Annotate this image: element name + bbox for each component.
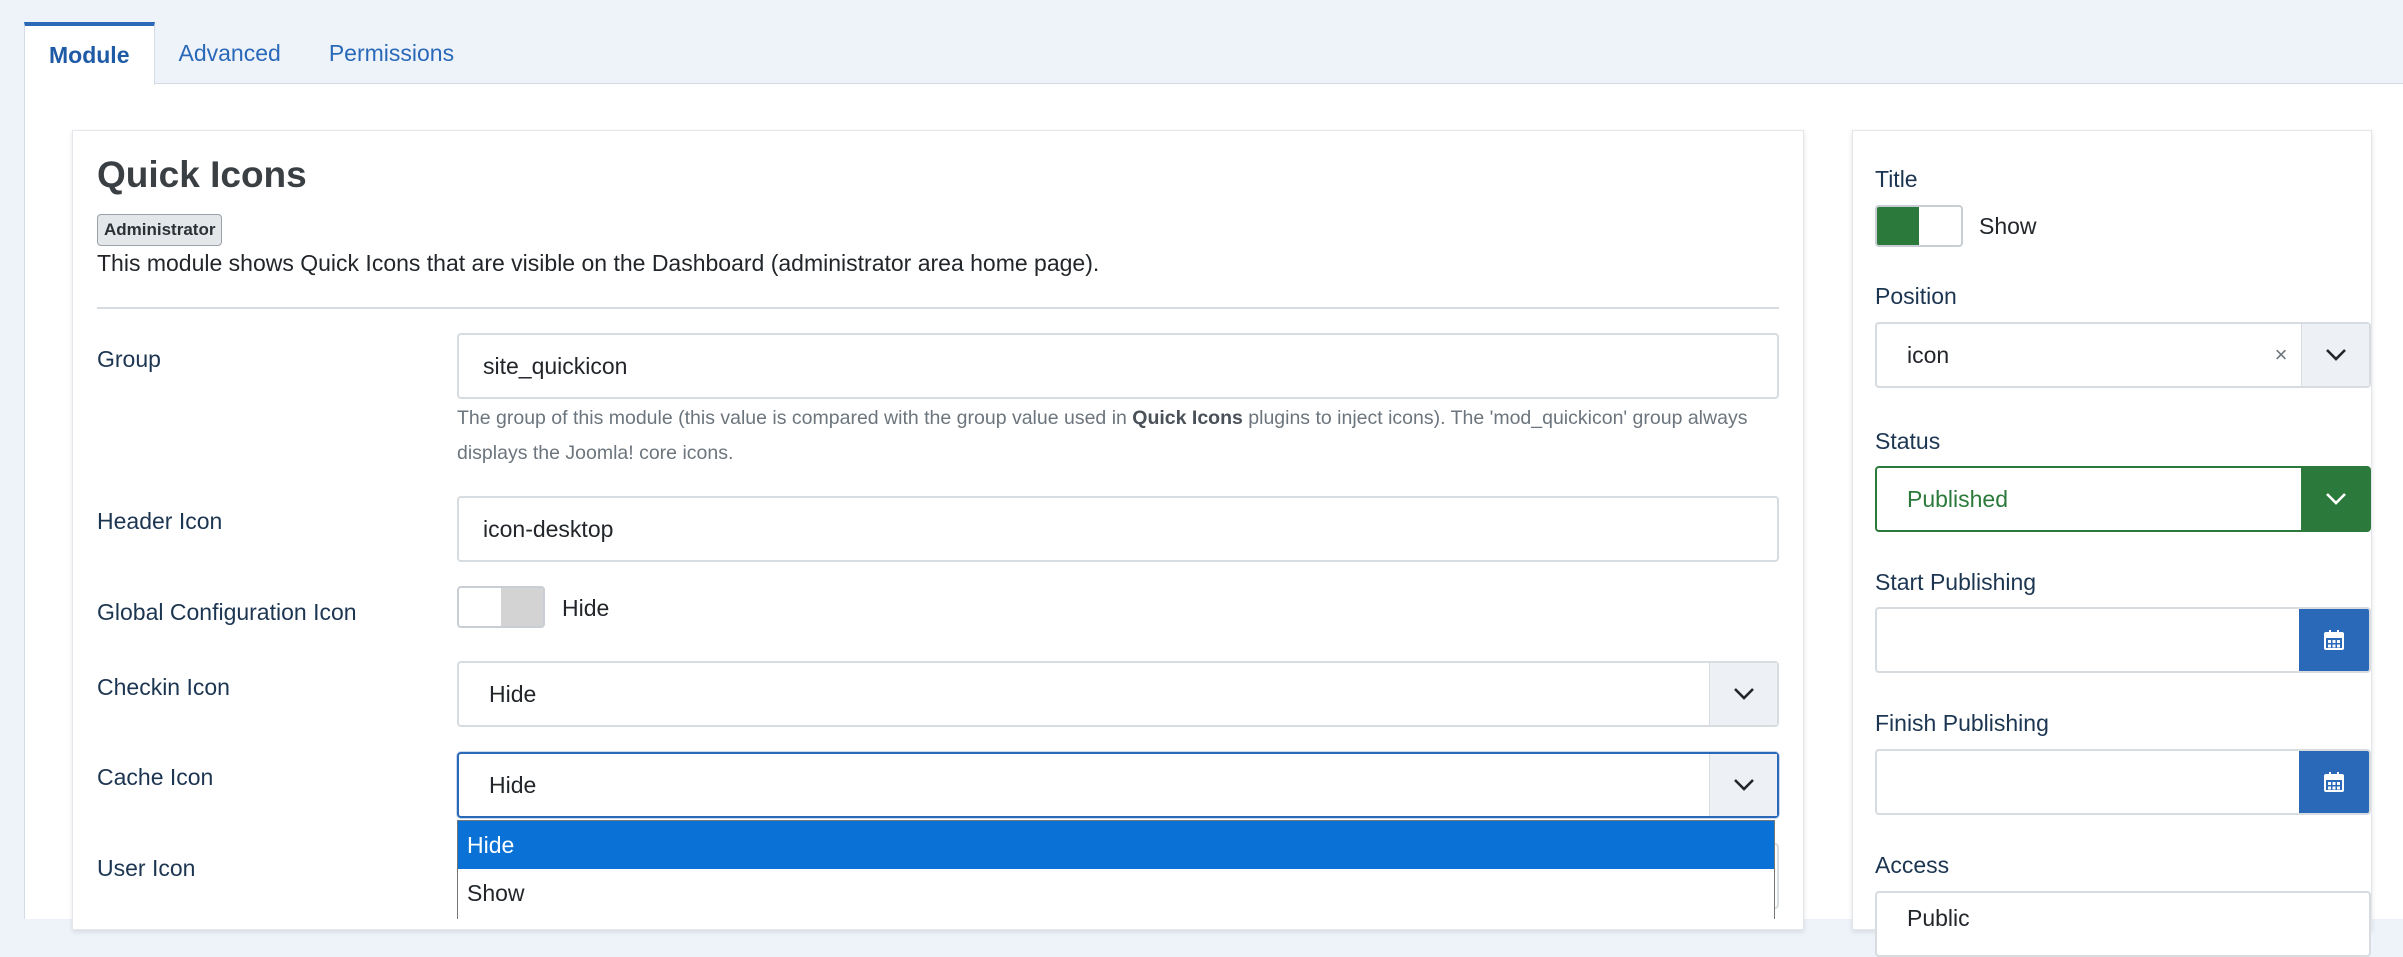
toggle-knob	[1877, 207, 1919, 245]
start-publishing-label: Start Publishing	[1875, 569, 2037, 595]
chevron-down-icon[interactable]	[1709, 663, 1777, 725]
chevron-down-icon[interactable]	[2301, 324, 2369, 386]
title-toggle-state: Show	[1979, 213, 2037, 239]
dropdown-option-show[interactable]: Show	[458, 869, 1774, 917]
module-edit-screen: Module Advanced Permissions Quick Icons …	[0, 0, 2403, 957]
header-icon-input[interactable]: icon-desktop	[457, 496, 1779, 562]
header-icon-input-value: icon-desktop	[483, 515, 614, 542]
group-input-value: site_quickicon	[483, 352, 628, 379]
calendar-icon[interactable]	[2299, 751, 2369, 813]
quick-icons-bold: Quick Icons	[1132, 407, 1243, 429]
divider	[97, 307, 1779, 309]
checkin-icon-value: Hide	[489, 680, 537, 707]
module-description: This module shows Quick Icons that are v…	[97, 250, 1100, 276]
position-label: Position	[1875, 283, 1957, 309]
tab-bar: Module Advanced Permissions	[24, 22, 478, 85]
checkin-icon-label: Checkin Icon	[97, 674, 230, 700]
header-icon-label: Header Icon	[97, 508, 223, 534]
title-toggle[interactable]	[1875, 205, 1963, 247]
cache-icon-select[interactable]: Hide	[457, 752, 1779, 818]
calendar-icon[interactable]	[2299, 609, 2369, 671]
toggle-knob	[501, 588, 543, 626]
group-label: Group	[97, 346, 161, 372]
title-label: Title	[1875, 166, 1918, 192]
dropdown-option-hide[interactable]: Hide	[458, 821, 1774, 869]
tab-module[interactable]: Module	[24, 22, 155, 85]
position-select[interactable]: icon ×	[1875, 322, 2371, 388]
cache-icon-value: Hide	[489, 771, 537, 798]
checkin-icon-select[interactable]: Hide	[457, 661, 1779, 727]
chevron-down-icon[interactable]	[1709, 754, 1777, 816]
module-title: Quick Icons	[97, 154, 307, 195]
finish-publishing-label: Finish Publishing	[1875, 710, 2049, 736]
global-config-icon-state: Hide	[562, 595, 610, 621]
status-select[interactable]: Published	[1875, 466, 2371, 532]
global-config-icon-label: Global Configuration Icon	[97, 599, 357, 625]
group-input[interactable]: site_quickicon	[457, 333, 1779, 399]
start-publishing-input[interactable]	[1875, 607, 2371, 673]
finish-publishing-input[interactable]	[1875, 749, 2371, 815]
tab-advanced[interactable]: Advanced	[155, 22, 305, 84]
client-badge: Administrator	[97, 214, 223, 246]
global-config-icon-toggle[interactable]	[457, 586, 545, 628]
position-value: icon	[1907, 341, 1950, 368]
user-icon-label: User Icon	[97, 855, 196, 881]
chevron-down-icon[interactable]	[2301, 468, 2369, 530]
clear-icon[interactable]: ×	[2261, 342, 2301, 368]
cache-icon-dropdown: Hide Show	[457, 820, 1775, 919]
status-label: Status	[1875, 428, 1941, 454]
group-help-text: The group of this module (this value is …	[457, 407, 1748, 464]
tab-permissions[interactable]: Permissions	[305, 22, 478, 84]
cache-icon-label: Cache Icon	[97, 764, 214, 790]
status-value: Published	[1907, 485, 2009, 512]
access-label: Access	[1875, 852, 1950, 878]
access-select[interactable]: Public	[1875, 891, 2371, 957]
